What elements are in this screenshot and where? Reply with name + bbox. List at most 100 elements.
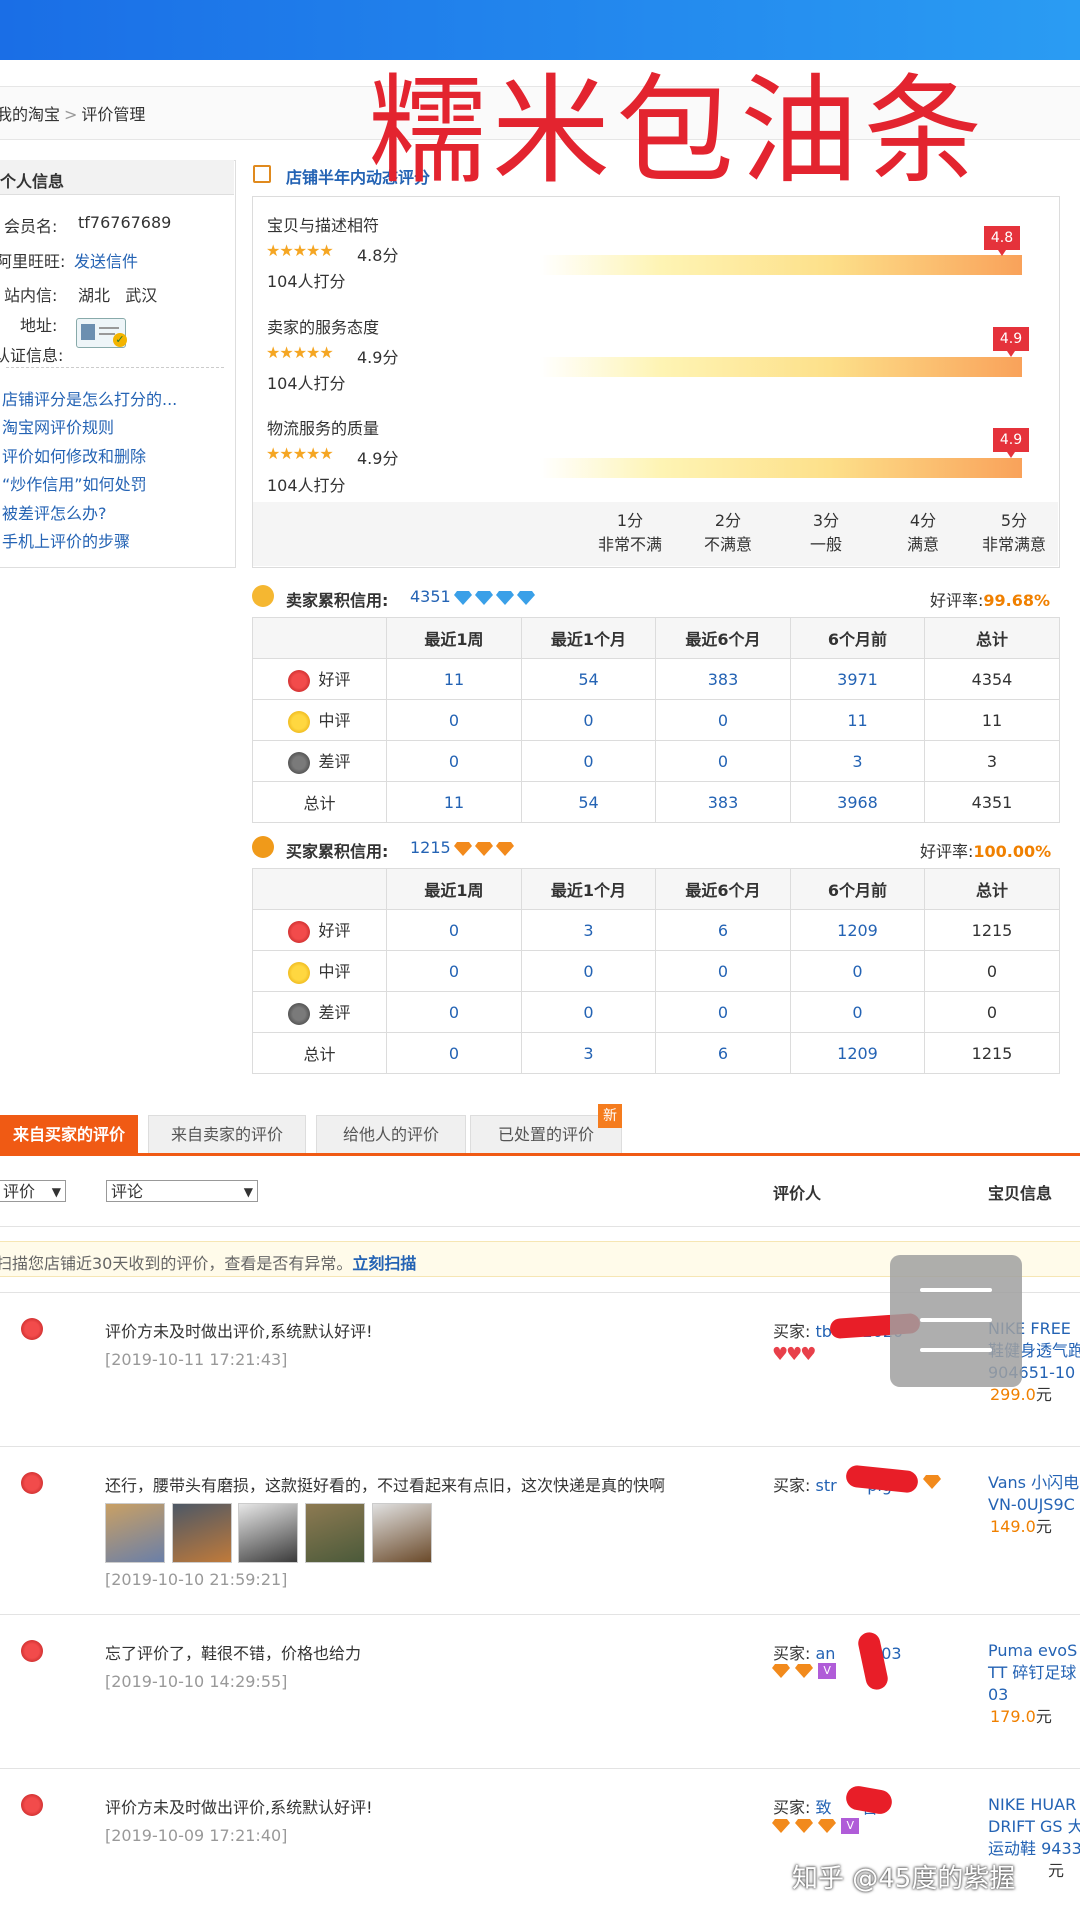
send-message-link[interactable]: 发送信件 — [74, 248, 138, 272]
comment-filter-select[interactable]: 评论 ▼ — [106, 1180, 258, 1202]
wangwang-label: 阿里旺旺: — [0, 252, 66, 271]
review-photo-thumbnail[interactable] — [105, 1503, 165, 1563]
scale-1-points: 1分 — [616, 511, 644, 530]
breadcrumb-home[interactable]: 我的淘宝 — [0, 105, 60, 124]
help-link-negative[interactable]: 被差评怎么办? — [2, 500, 107, 524]
table-cell[interactable]: 0 — [655, 950, 791, 992]
table-cell[interactable]: 3 — [790, 740, 925, 782]
seller-rate-label: 好评率: — [930, 591, 984, 610]
review-product[interactable]: Vans 小闪电 VN-0UJS9C 149.0元 — [988, 1472, 1079, 1538]
tab-from-sellers[interactable]: 来自卖家的评价 — [148, 1115, 306, 1154]
row-label-bad: 差评 — [252, 740, 387, 782]
review-photo-thumbnail[interactable] — [305, 1503, 365, 1563]
zhihu-watermark: 知乎 @45度的紫握 — [792, 1864, 1016, 1894]
product-line: 03 — [988, 1685, 1009, 1704]
table-header-row: 最近1周 最近1个月 最近6个月 6个月前 总计 — [252, 868, 1060, 910]
member-name-label: 会员名: — [4, 217, 58, 236]
help-link-rules[interactable]: 淘宝网评价规则 — [2, 414, 114, 438]
scale-3: 3分 一般 — [776, 509, 876, 557]
table-row: 好评 11 54 383 3971 4354 — [252, 658, 1060, 700]
menu-icon — [920, 1318, 992, 1322]
table-cell[interactable]: 3971 — [790, 658, 925, 700]
row-label-text: 差评 — [318, 1003, 351, 1023]
buyer-credit-score[interactable]: 1215 — [410, 838, 451, 857]
table-cell[interactable]: 1209 — [790, 909, 925, 951]
table-cell[interactable]: 383 — [655, 658, 791, 700]
column-header: 总计 — [924, 617, 1060, 659]
table-cell[interactable]: 11 — [790, 699, 925, 741]
wilted-flower-icon — [288, 751, 311, 774]
table-cell[interactable]: 6 — [655, 1032, 791, 1074]
table-cell[interactable]: 0 — [655, 699, 791, 741]
dsr-score-logistics: 4.9分 — [357, 449, 399, 468]
table-cell[interactable]: 54 — [521, 781, 656, 823]
scale-2: 2分 不满意 — [678, 509, 778, 557]
buyer-credit-score-row: 1215 — [410, 838, 514, 857]
review-text: 忘了评价了，鞋很不错，价格也给力 — [105, 1644, 362, 1663]
tab-underline — [0, 1153, 1080, 1156]
help-link-fraud[interactable]: “炒作信用”如何处罚 — [2, 471, 147, 495]
buyer-credit-label: 买家累积信用: — [286, 842, 389, 861]
table-cell[interactable]: 0 — [655, 740, 791, 782]
diamond-level-icon — [795, 1819, 814, 1833]
column-reviewer: 评价人 — [773, 1184, 822, 1203]
price-unit: 元 — [1035, 1707, 1052, 1726]
scale-4-points: 4分 — [909, 511, 937, 530]
row-label-text: 好评 — [318, 921, 351, 941]
table-cell[interactable]: 3968 — [790, 781, 925, 823]
table-cell[interactable]: 0 — [655, 991, 791, 1033]
menu-icon — [920, 1288, 992, 1292]
table-cell[interactable]: 11 — [386, 658, 522, 700]
table-cell[interactable]: 0 — [386, 991, 522, 1033]
tab-from-buyers[interactable]: 来自买家的评价 — [0, 1115, 138, 1154]
buyer-avatar-icon — [252, 836, 274, 858]
scale-5-points: 5分 — [1000, 511, 1028, 530]
table-cell[interactable]: 0 — [790, 991, 925, 1033]
divider — [0, 1614, 1080, 1615]
help-link-modify[interactable]: 评价如何修改和删除 — [2, 443, 146, 467]
table-cell[interactable]: 0 — [386, 909, 522, 951]
review-photo-thumbnail[interactable] — [238, 1503, 298, 1563]
red-flower-icon — [21, 1472, 43, 1494]
rating-filter-select[interactable]: 评价 ▼ — [0, 1180, 66, 1202]
review-product[interactable]: Puma evoS TT 碎钉足球 03 179.0元 — [988, 1640, 1077, 1728]
buyer-rate-value: 100.00% — [973, 842, 1052, 861]
tab-given-to-others[interactable]: 给他人的评价 — [316, 1115, 466, 1154]
red-flower-icon — [21, 1318, 43, 1340]
table-cell[interactable]: 0 — [386, 699, 522, 741]
table-cell[interactable]: 0 — [521, 950, 656, 992]
table-cell[interactable]: 3 — [521, 1032, 656, 1074]
table-cell[interactable]: 0 — [521, 740, 656, 782]
table-cell[interactable]: 383 — [655, 781, 791, 823]
column-header: 最近1个月 — [521, 868, 656, 910]
seller-credit-score[interactable]: 4351 — [410, 587, 451, 606]
table-cell[interactable]: 0 — [386, 950, 522, 992]
dsr-bar-service — [540, 357, 1022, 377]
member-name-row: 会员名: tf76767689 — [4, 213, 171, 237]
table-cell[interactable]: 6 — [655, 909, 791, 951]
buyer-label: 买家: — [773, 1322, 811, 1341]
table-cell[interactable]: 0 — [521, 991, 656, 1033]
help-link-dsr[interactable]: 店铺评分是怎么打分的... — [2, 386, 177, 410]
scale-5: 5分 非常满意 — [964, 509, 1064, 557]
price-unit: 元 — [1035, 1517, 1052, 1536]
table-cell[interactable]: 0 — [386, 1032, 522, 1074]
scan-now-link[interactable]: 立刻扫描 — [352, 1254, 416, 1273]
help-link-mobile[interactable]: 手机上评价的步骤 — [2, 528, 130, 552]
dsr-icon — [253, 165, 271, 183]
row-label-text: 中评 — [318, 962, 351, 982]
table-cell[interactable]: 3 — [521, 909, 656, 951]
table-cell[interactable]: 54 — [521, 658, 656, 700]
table-cell[interactable]: 0 — [521, 699, 656, 741]
row-label-good: 好评 — [252, 909, 387, 951]
review-photo-thumbnail[interactable] — [172, 1503, 232, 1563]
seller-credit-table: 最近1周 最近1个月 最近6个月 6个月前 总计 好评 11 54 383 39… — [252, 617, 1060, 823]
table-cell[interactable]: 11 — [386, 781, 522, 823]
review-photo-thumbnail[interactable] — [372, 1503, 432, 1563]
dsr-label-service: 卖家的服务态度 — [267, 318, 380, 337]
table-cell[interactable]: 1209 — [790, 1032, 925, 1074]
diamond-level-icon — [772, 1664, 790, 1678]
table-cell[interactable]: 0 — [386, 740, 522, 782]
wilted-flower-icon — [288, 1002, 311, 1025]
table-cell[interactable]: 0 — [790, 950, 925, 992]
